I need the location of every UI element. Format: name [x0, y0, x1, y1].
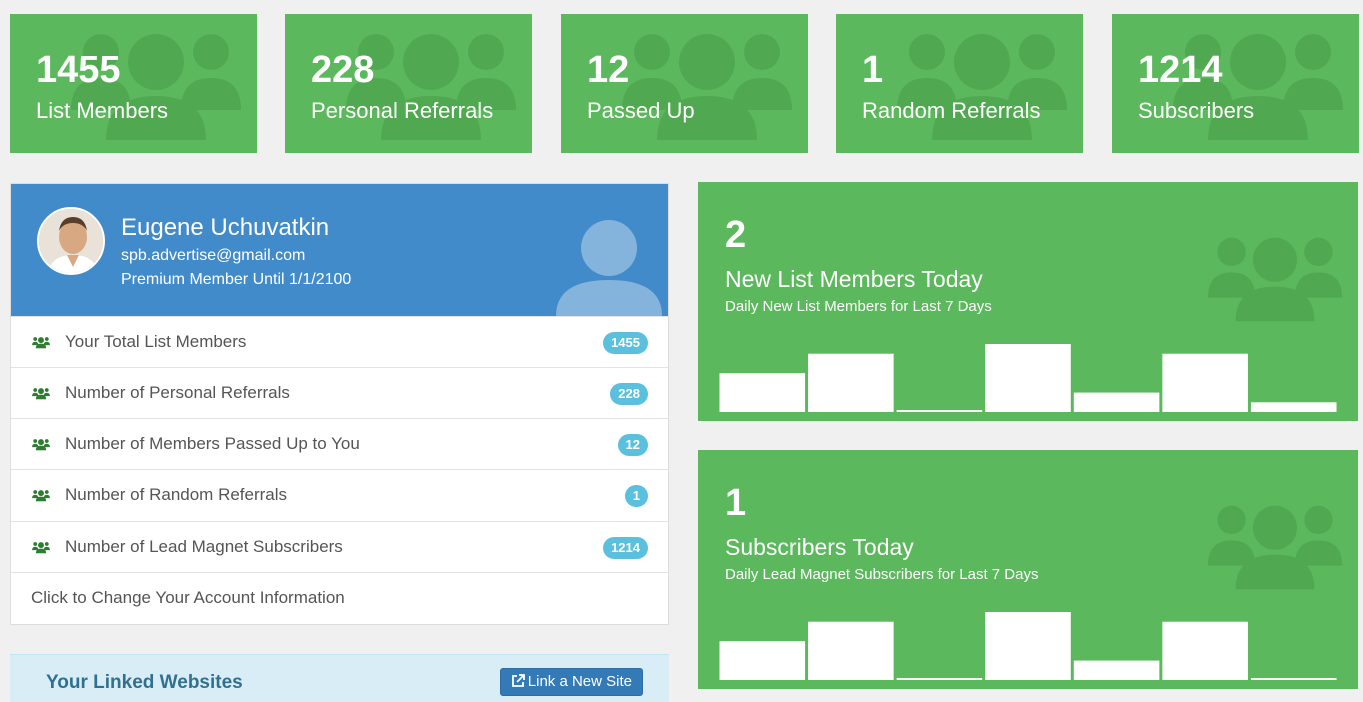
linked-websites-panel: Your Linked Websites Link a New Site	[10, 654, 669, 702]
stat-value: 1455	[36, 49, 121, 91]
stat-label: Subscribers	[1138, 98, 1255, 123]
list-item-label: Number of Personal Referrals	[65, 383, 290, 402]
panel-title: Subscribers Today	[725, 534, 914, 560]
panel-value: 1	[725, 482, 747, 524]
list-item-label: Number of Members Passed Up to You	[65, 434, 360, 453]
count-badge: 12	[617, 434, 648, 456]
link-new-site-button[interactable]: Link a New Site	[499, 668, 643, 696]
users-icon	[31, 333, 51, 351]
link-new-site-label: Link a New Site	[527, 673, 632, 690]
chart-bar	[719, 373, 806, 412]
users-icon	[1200, 472, 1350, 612]
users-icon	[31, 384, 51, 402]
stat-card-personal-referrals[interactable]: 228 Personal Referrals	[285, 14, 532, 153]
list-item-passed-up[interactable]: Number of Members Passed Up to You 12	[11, 418, 668, 469]
stat-value: 228	[311, 49, 375, 91]
users-icon	[31, 486, 51, 504]
panel-subtitle: Daily Lead Magnet Subscribers for Last 7…	[725, 566, 1039, 583]
stat-card-list-members[interactable]: 1455 List Members	[10, 14, 257, 153]
stat-value: 1	[862, 49, 884, 91]
chart-bar	[1162, 353, 1248, 412]
change-account-label: Click to Change Your Account Information	[31, 588, 345, 607]
stat-label: Personal Referrals	[311, 98, 494, 123]
stat-value: 12	[587, 49, 630, 91]
users-icon	[31, 435, 51, 453]
profile-name: Eugene Uchuvatkin	[121, 214, 330, 241]
stat-label: List Members	[36, 98, 169, 123]
stat-label: Random Referrals	[862, 98, 1041, 123]
panel-subtitle: Daily New List Members for Last 7 Days	[725, 298, 992, 315]
new-list-members-panel: 2 New List Members Today Daily New List …	[698, 182, 1358, 421]
stat-card-passed-up[interactable]: 12 Passed Up	[561, 14, 808, 153]
chart-bar	[808, 621, 894, 680]
stat-label: Passed Up	[587, 98, 695, 123]
list-item-lead-magnet-subscribers[interactable]: Number of Lead Magnet Subscribers 1214	[11, 521, 668, 572]
daily-subscribers-chart	[719, 612, 1337, 680]
list-item-personal-referrals[interactable]: Number of Personal Referrals 228	[11, 367, 668, 418]
chart-bar	[1073, 392, 1160, 412]
profile-panel: Eugene Uchuvatkin spb.advertise@gmail.co…	[10, 183, 669, 625]
change-account-link[interactable]: Click to Change Your Account Information	[11, 572, 668, 623]
count-badge: 228	[610, 383, 648, 405]
subscribers-today-panel: 1 Subscribers Today Daily Lead Magnet Su…	[698, 450, 1358, 689]
chart-bar	[1073, 660, 1160, 680]
chart-bar	[719, 641, 806, 680]
chart-bar	[1250, 402, 1337, 412]
count-badge: 1455	[603, 332, 648, 354]
profile-membership: Premium Member Until 1/1/2100	[121, 271, 352, 288]
chart-bar	[1162, 621, 1248, 680]
chart-bar	[896, 410, 983, 412]
avatar	[37, 207, 105, 275]
chart-bar	[985, 612, 1071, 680]
chart-bar	[896, 678, 983, 680]
count-badge: 1214	[603, 537, 648, 559]
profile-email: spb.advertise@gmail.com	[121, 247, 306, 264]
stat-value: 1214	[1138, 49, 1223, 91]
panel-value: 2	[725, 214, 747, 256]
users-icon	[1200, 204, 1350, 344]
users-icon	[31, 538, 51, 556]
chart-bar	[1250, 678, 1337, 680]
list-item-label: Your Total List Members	[65, 332, 247, 351]
stat-card-subscribers[interactable]: 1214 Subscribers	[1112, 14, 1359, 153]
linked-websites-title: Your Linked Websites	[46, 672, 243, 693]
chart-bar	[985, 344, 1071, 412]
profile-header: Eugene Uchuvatkin spb.advertise@gmail.co…	[11, 184, 668, 316]
list-item-total-list-members[interactable]: Your Total List Members 1455	[11, 316, 668, 367]
external-link-icon	[511, 674, 525, 687]
list-item-label: Number of Lead Magnet Subscribers	[65, 537, 343, 556]
user-silhouette-icon	[556, 220, 662, 316]
count-badge: 1	[624, 485, 648, 507]
panel-title: New List Members Today	[725, 266, 983, 292]
daily-new-members-chart	[719, 344, 1337, 412]
list-item-random-referrals[interactable]: Number of Random Referrals 1	[11, 469, 668, 520]
list-item-label: Number of Random Referrals	[65, 485, 288, 504]
chart-bar	[808, 353, 894, 412]
stat-card-random-referrals[interactable]: 1 Random Referrals	[836, 14, 1083, 153]
